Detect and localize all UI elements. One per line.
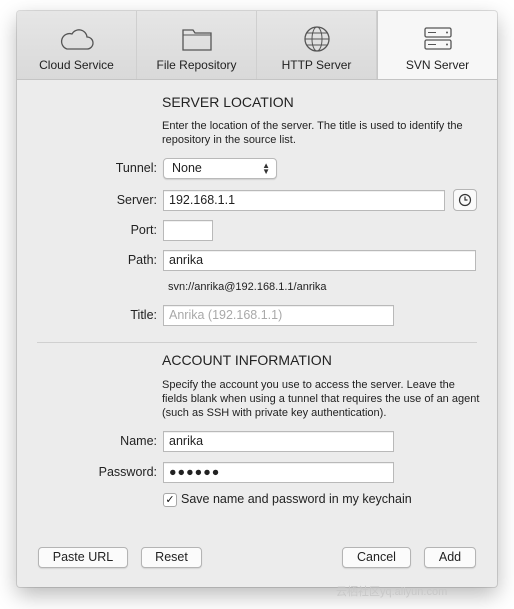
path-field[interactable]: anrika	[163, 250, 476, 271]
account-information-heading: ACCOUNT INFORMATION	[162, 352, 332, 368]
cancel-button[interactable]: Cancel	[342, 547, 411, 568]
server-location-heading: SERVER LOCATION	[162, 94, 294, 110]
svn-url-preview: svn://anrika@192.168.1.1/anrika	[168, 281, 327, 293]
keychain-label: Save name and password in my keychain	[181, 492, 412, 506]
server-label: Server:	[116, 193, 157, 207]
cloud-icon	[60, 29, 94, 50]
repository-type-tabs: Cloud Service File Repository HTTP Serve…	[17, 11, 497, 80]
account-description: Specify the account you use to access th…	[162, 379, 480, 419]
chevron-up-down-icon: ▲ ▼	[262, 161, 270, 176]
tab-label: SVN Server	[405, 58, 470, 72]
name-field[interactable]: anrika	[163, 431, 394, 452]
watermark: 云栖社区yq.aliyun.com	[336, 586, 448, 598]
title-label: Title:	[130, 308, 157, 322]
tab-http-server[interactable]: HTTP Server	[257, 11, 377, 79]
tab-cloud-service[interactable]: Cloud Service	[17, 11, 137, 79]
tab-label: Cloud Service	[39, 58, 114, 72]
tab-label: HTTP Server	[281, 58, 352, 72]
history-button[interactable]	[453, 189, 477, 211]
svn-settings-panel: SERVER LOCATION Enter the location of th…	[17, 80, 497, 587]
tab-file-repository[interactable]: File Repository	[137, 11, 257, 79]
tunnel-value: None	[172, 161, 202, 175]
name-label: Name:	[120, 434, 157, 448]
tab-label: File Repository	[156, 58, 237, 72]
folder-icon	[182, 29, 212, 51]
port-field[interactable]	[163, 220, 213, 241]
title-field[interactable]: Anrika (192.168.1.1)	[163, 305, 394, 326]
server-field[interactable]: 192.168.1.1	[163, 190, 445, 211]
password-label: Password:	[98, 465, 157, 479]
tunnel-label: Tunnel:	[115, 161, 157, 175]
new-repository-window: Cloud Service File Repository HTTP Serve…	[17, 11, 497, 587]
globe-icon	[304, 26, 330, 52]
path-label: Path:	[127, 253, 157, 267]
tunnel-popup[interactable]: None ▲ ▼	[163, 158, 277, 179]
port-label: Port:	[130, 223, 157, 237]
paste-url-button[interactable]: Paste URL	[38, 547, 128, 568]
add-button[interactable]: Add	[424, 547, 476, 568]
reset-button[interactable]: Reset	[141, 547, 202, 568]
tab-svn-server[interactable]: SVN Server	[377, 11, 497, 79]
server-location-description: Enter the location of the server. The ti…	[162, 120, 463, 146]
server-icon	[424, 27, 452, 50]
clock-icon	[458, 193, 472, 207]
password-field[interactable]: ●●●●●●	[163, 462, 394, 483]
keychain-checkbox[interactable]: ✓	[163, 493, 177, 507]
section-divider	[37, 342, 477, 343]
